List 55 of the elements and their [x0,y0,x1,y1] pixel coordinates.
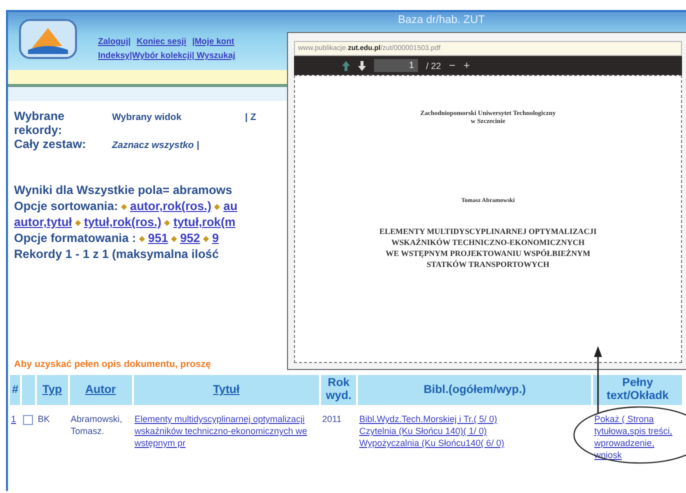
nav-link[interactable]: Zaloguj| [98,36,131,46]
bullet-icon [75,220,82,226]
full-text-link[interactable]: Pokaż ( Strona tytułowa,spis treści, wprowadzenie, wniosk [594,413,681,461]
bullet-icon [214,204,220,210]
column-header: Bibl.(ogółem/wyp.) [358,375,592,405]
column-header[interactable]: Tytuł [134,375,320,405]
selection-link[interactable]: Zaznacz wszystko | [112,140,238,151]
nav-link[interactable]: |Moje kont [192,36,234,46]
results-heading: Wyniki dla Wszystkie pola= abramows [14,183,234,197]
column-header[interactable]: Typ [36,375,68,405]
page-count: / 22 [426,60,442,70]
holding-link[interactable]: Czytelnia (Ku Słońcu 140)( 1/ 0) [359,425,590,437]
format-link[interactable]: 951 [148,231,168,245]
hint-text: Aby uzyskać pełen opis dokumentu, proszę [14,359,212,372]
bullet-icon [203,236,210,242]
selection-label: Cały zestaw: [14,137,88,151]
column-header: # [10,375,20,405]
page-field[interactable]: 1 [374,59,418,72]
column-header[interactable]: Autor [70,375,132,405]
bullet-icon [139,236,146,242]
holding-link[interactable]: Bibl.Wydz.Tech.Morskiej i Tr.( 5/ 0) [359,413,590,425]
nav-link[interactable]: Indeksy|Wybór kolekcji| Wyszukaj [98,50,236,60]
document-title: ELEMENTY MULTIDYSCYPLINARNEJ OPTYMALIZACJI WSKAŹNIKÓW TECHNICZNO-EKONOMICZNYCH WE WSTĘPNYM PROJEKTOWANIU WSPÓŁBIEŻNYM STATKÓW TRANSPORTOWYCH [379,226,597,270]
column-header: Rok wyd. [321,375,356,405]
sort-link[interactable]: au [223,199,238,213]
sort-link[interactable]: autor,rok(ros.) [130,199,212,213]
up-arrow-icon[interactable] [342,60,350,70]
sort-link[interactable]: tytuł,rok(m [173,215,236,229]
down-arrow-icon[interactable] [358,60,366,70]
format-link[interactable]: 952 [180,231,200,245]
format-label: Opcje formatowania : [14,231,136,245]
column-header: Pełny text/Okładk [593,375,682,405]
window-title: Baza dr/hab. ZUT [398,14,485,26]
bullet-icon [171,236,178,242]
bullet-icon [164,220,170,226]
year-cell-text: 2011 [321,413,342,426]
format-link[interactable]: 9 [212,231,219,245]
selection-link[interactable]: Wybrany widok [112,112,238,123]
author-cell-text: Abramowski, Tomasz. [70,413,124,438]
bullet-icon [121,204,128,210]
zoom-out-button[interactable]: − [449,60,456,72]
row-checkbox[interactable] [23,415,34,425]
sort-link[interactable]: autor,tytuł [14,215,72,229]
annotation-arrow [594,346,602,413]
title-link[interactable]: Elementy multidyscyplinarnej optymalizacji wskaźników techniczno-ekonomicznych we wstępnym pr [134,413,318,449]
zoom-in-button[interactable]: + [463,60,470,72]
sort-label: Opcje sortowania: [14,199,118,213]
nav-link[interactable]: Koniec sesji [136,36,186,46]
sort-link[interactable]: tytuł,rok(ros.) [84,215,162,229]
selection-label: Wybrane rekordy: [14,109,66,137]
row-number[interactable]: 1 [11,414,16,424]
type-cell-text: BK [36,413,51,426]
logo-icon[interactable] [18,18,78,60]
record-count: Rekordy 1 - 1 z 1 (maksymalna ilość [14,247,220,261]
holding-link[interactable]: Wypożyczalnia (Ku Słońcu140( 6/ 0) [359,437,590,449]
